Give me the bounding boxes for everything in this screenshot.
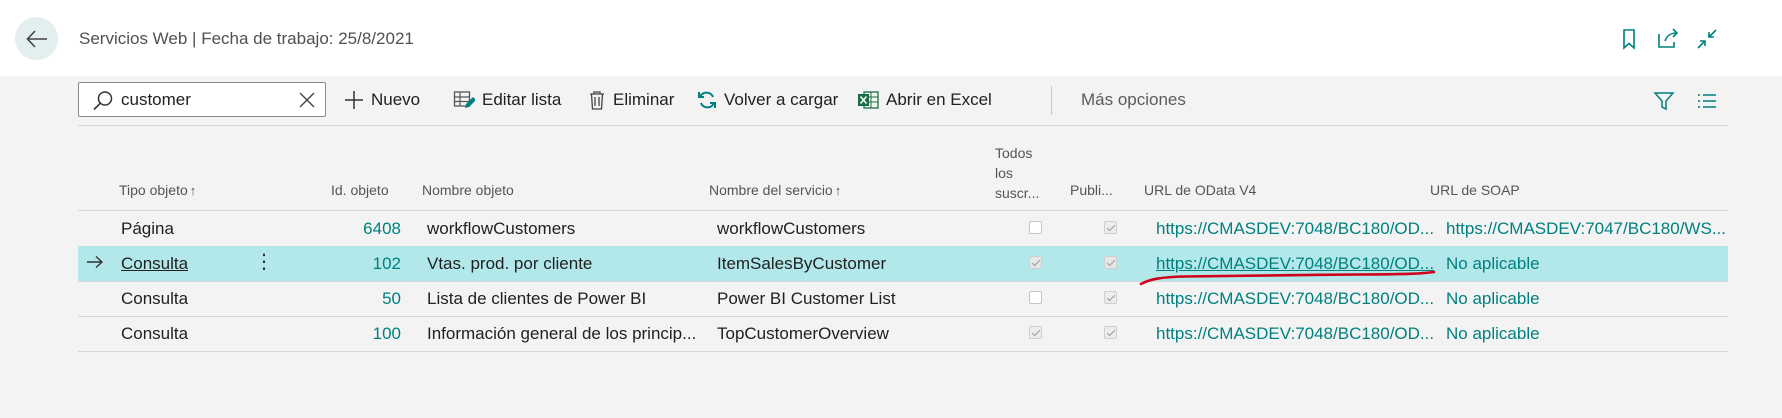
- table-row[interactable]: Consulta 100 Información general de los …: [78, 316, 1728, 351]
- object-type-cell[interactable]: Consulta: [121, 254, 188, 274]
- reload-button-label: Volver a cargar: [724, 89, 839, 109]
- more-vertical-icon[interactable]: ⋮: [254, 252, 274, 272]
- object-type-cell: Página: [121, 219, 174, 238]
- edit-list-button[interactable]: Editar lista: [453, 82, 561, 117]
- search-box[interactable]: [78, 82, 326, 117]
- object-type-cell: Consulta: [121, 324, 189, 343]
- column-header-soap-url[interactable]: URL de SOAP: [1430, 182, 1520, 198]
- edit-list-label: Editar lista: [482, 89, 562, 109]
- published-checkbox[interactable]: [1104, 221, 1117, 234]
- divider: [78, 125, 1728, 126]
- object-name-cell: Lista de clientes de Power BI: [427, 289, 647, 308]
- column-header-service-name[interactable]: Nombre del servicio ↑: [709, 182, 841, 198]
- back-arrow-icon: [25, 29, 47, 48]
- all-tenants-checkbox[interactable]: [1029, 256, 1042, 269]
- row-pointer-arrow-icon: [87, 255, 104, 269]
- action-bar: Nuevo Editar lista Eliminar Volver a car…: [78, 80, 1728, 124]
- edit-list-icon: [453, 90, 475, 108]
- service-name-cell: Power BI Customer List: [717, 289, 896, 308]
- all-tenants-checkbox[interactable]: [1029, 221, 1042, 234]
- trash-icon: [590, 90, 604, 110]
- sort-ascending-icon: ↑: [834, 183, 842, 198]
- object-type-cell: Consulta: [121, 289, 189, 308]
- filter-icon[interactable]: [1653, 90, 1675, 112]
- column-header-object-type[interactable]: Tipo objeto ↑: [119, 182, 196, 198]
- page-header: Servicios Web | Fecha de trabajo: 25/8/2…: [0, 0, 1782, 76]
- object-id-link[interactable]: 50: [318, 289, 401, 309]
- open-in-excel-button[interactable]: Abrir en Excel: [857, 82, 992, 117]
- search-icon: [93, 91, 113, 111]
- odata-url-link[interactable]: https://CMASDEV:7048/BC180/OD...: [1156, 219, 1434, 239]
- more-options-label: Más opciones: [1081, 89, 1186, 109]
- new-button[interactable]: Nuevo: [344, 82, 420, 117]
- column-header-object-name[interactable]: Nombre objeto: [422, 182, 514, 198]
- published-checkbox[interactable]: [1104, 291, 1117, 304]
- close-icon[interactable]: [299, 92, 315, 108]
- service-name-cell: TopCustomerOverview: [717, 324, 889, 343]
- odata-url-link[interactable]: https://CMASDEV:7048/BC180/OD...: [1156, 289, 1434, 309]
- service-name-cell: ItemSalesByCustomer: [717, 254, 887, 273]
- new-button-label: Nuevo: [371, 89, 421, 109]
- table-row[interactable]: Página 6408 workflowCustomers workflowCu…: [78, 211, 1728, 246]
- more-options-button[interactable]: Más opciones: [1081, 82, 1186, 117]
- service-name-cell: workflowCustomers: [717, 219, 866, 238]
- object-name-cell: Información general de los princip...: [427, 324, 697, 343]
- object-id-link[interactable]: 102: [318, 254, 401, 274]
- sort-ascending-icon: ↑: [189, 183, 197, 198]
- back-button[interactable]: [15, 17, 58, 60]
- published-checkbox[interactable]: [1104, 256, 1117, 269]
- list-view-icon[interactable]: [1697, 92, 1717, 110]
- column-header-published[interactable]: Publi...: [1070, 182, 1113, 198]
- all-tenants-checkbox[interactable]: [1029, 326, 1042, 339]
- column-header-odata-url[interactable]: URL de OData V4: [1144, 182, 1256, 198]
- object-name-cell: workflowCustomers: [427, 219, 576, 238]
- object-name-cell: Vtas. prod. por cliente: [427, 254, 593, 273]
- delete-button-label: Eliminar: [613, 89, 675, 109]
- soap-url-text: No aplicable: [1446, 324, 1540, 343]
- reload-button[interactable]: Volver a cargar: [697, 82, 838, 117]
- delete-button[interactable]: Eliminar: [588, 82, 674, 117]
- collapse-icon[interactable]: [1694, 26, 1720, 52]
- soap-url-link[interactable]: https://CMASDEV:7047/BC180/WS...: [1446, 219, 1726, 239]
- page-title: Servicios Web | Fecha de trabajo: 25/8/2…: [79, 29, 414, 48]
- object-id-link[interactable]: 6408: [318, 219, 401, 239]
- annotation-underline: [1139, 270, 1436, 286]
- table-row[interactable]: Consulta 50 Lista de clientes de Power B…: [78, 281, 1728, 316]
- plus-icon: [345, 90, 363, 109]
- divider: [78, 351, 1728, 352]
- open-in-excel-label: Abrir en Excel: [886, 89, 992, 109]
- column-header-all-tenants[interactable]: Todos los suscr...: [995, 143, 1039, 203]
- published-checkbox[interactable]: [1104, 326, 1117, 339]
- open-new-window-icon[interactable]: [1655, 26, 1681, 52]
- column-header-object-id[interactable]: Id. objeto: [331, 182, 389, 198]
- excel-icon: [858, 90, 879, 109]
- toolbar-divider: [1051, 86, 1052, 115]
- bookmark-icon[interactable]: [1616, 26, 1642, 52]
- soap-url-text: No aplicable: [1446, 289, 1540, 308]
- object-id-link[interactable]: 100: [318, 324, 401, 344]
- table-row-selected[interactable]: Consulta ⋮ 102 Vtas. prod. por cliente I…: [78, 246, 1728, 281]
- search-input[interactable]: [121, 88, 291, 112]
- all-tenants-checkbox[interactable]: [1029, 291, 1042, 304]
- soap-url-text: No aplicable: [1446, 254, 1540, 273]
- odata-url-link[interactable]: https://CMASDEV:7048/BC180/OD...: [1156, 324, 1434, 344]
- refresh-icon: [698, 91, 716, 108]
